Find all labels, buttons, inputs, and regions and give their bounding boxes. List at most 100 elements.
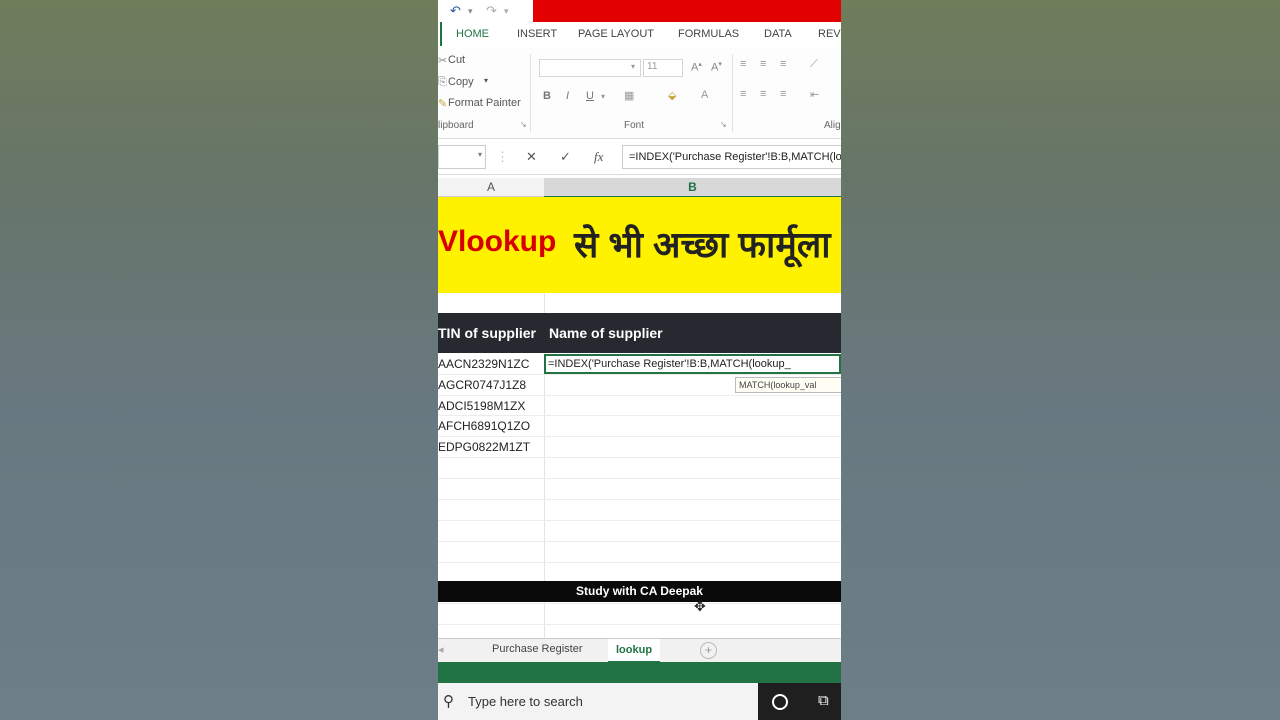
- tin-cell[interactable]: AGCR0747J1Z8: [438, 378, 526, 392]
- row-divider: [438, 562, 841, 563]
- formula-bar: ▾ ⋮ ✕ ✓ fx =INDEX('Purchase Register'!B:…: [438, 140, 841, 175]
- ribbon-tabs: HOME INSERT PAGE LAYOUT FORMULAS DATA RE…: [438, 22, 841, 48]
- row-divider: [438, 415, 841, 416]
- task-view-icon[interactable]: ⧉: [818, 692, 829, 709]
- borders-icon[interactable]: ▦: [624, 89, 634, 102]
- formula-input[interactable]: =INDEX('Purchase Register'!B:B,MATCH(loo…: [622, 145, 841, 169]
- cut-icon: ✂: [438, 55, 448, 67]
- table-row[interactable]: ADCI5198M1ZX: [438, 396, 841, 416]
- tin-cell[interactable]: ADCI5198M1ZX: [438, 399, 525, 413]
- enter-icon[interactable]: ✓: [560, 149, 571, 165]
- format-painter-button[interactable]: Format Painter: [448, 97, 521, 109]
- align-right-icon[interactable]: ≡: [780, 88, 786, 100]
- table-row[interactable]: AFCH6891Q1ZO: [438, 416, 841, 436]
- redo-icon[interactable]: ↷: [486, 3, 497, 19]
- grow-font-icon[interactable]: A▴: [691, 60, 702, 74]
- undo-dropdown-icon[interactable]: ▾: [468, 6, 473, 17]
- table-header-row: TIN of supplier Name of supplier: [438, 313, 841, 353]
- tab-data[interactable]: DATA: [764, 28, 792, 40]
- header-name[interactable]: Name of supplier: [549, 325, 663, 341]
- column-header-b[interactable]: B: [544, 178, 841, 198]
- watermark-banner: Study with CA Deepak: [438, 581, 841, 602]
- copy-dropdown-icon[interactable]: ▾: [484, 76, 488, 85]
- row-divider: [438, 395, 841, 396]
- row-divider: [438, 499, 841, 500]
- copy-button[interactable]: Copy: [448, 76, 474, 88]
- sheet-tab-purchase-register[interactable]: Purchase Register: [492, 643, 583, 655]
- column-headers: A B: [438, 178, 841, 198]
- more-icon: ⋮: [496, 149, 509, 164]
- divider: [530, 54, 531, 132]
- table-row[interactable]: EDPG0822M1ZT: [438, 437, 841, 457]
- redo-dropdown-icon[interactable]: ▾: [504, 6, 509, 17]
- column-header-a[interactable]: A: [438, 180, 544, 194]
- banner-english-text: Vlookup: [438, 225, 557, 258]
- add-sheet-button[interactable]: +: [700, 642, 717, 659]
- cortana-icon[interactable]: [772, 694, 788, 710]
- italic-button[interactable]: I: [566, 90, 569, 102]
- taskbar-search[interactable]: ⚲ Type here to search: [438, 683, 758, 720]
- sheet-tab-lookup[interactable]: lookup: [608, 639, 661, 663]
- tab-page-layout[interactable]: PAGE LAYOUT: [578, 28, 654, 40]
- align-top-icon[interactable]: ≡: [740, 58, 746, 70]
- scroll-left-icon[interactable]: ◂: [438, 643, 444, 656]
- search-placeholder: Type here to search: [468, 694, 583, 709]
- alignment-group-label: Alig: [824, 120, 841, 131]
- clipboard-launcher-icon[interactable]: ↘: [520, 120, 527, 129]
- tab-review[interactable]: REVI: [818, 28, 841, 40]
- align-bottom-icon[interactable]: ≡: [780, 58, 786, 70]
- title-banner: Vlookup से भी अच्छा फार्मूला: [438, 197, 841, 293]
- row-divider: [438, 541, 841, 542]
- indent-icon[interactable]: ⇤: [810, 88, 819, 101]
- align-middle-icon[interactable]: ≡: [760, 58, 766, 70]
- underline-button[interactable]: U: [586, 90, 594, 102]
- chevron-down-icon: ▾: [631, 62, 636, 71]
- align-center-icon[interactable]: ≡: [760, 88, 766, 100]
- header-tin[interactable]: TIN of supplier: [438, 325, 536, 341]
- background-right: [841, 0, 1280, 720]
- search-icon: ⚲: [443, 693, 454, 710]
- row-divider: [438, 603, 841, 604]
- status-bar: [438, 662, 841, 683]
- bold-button[interactable]: B: [543, 90, 551, 102]
- row-divider: [438, 624, 841, 625]
- fill-color-icon[interactable]: ⬙: [668, 89, 676, 102]
- windows-taskbar: ⚲ Type here to search ⧉: [438, 683, 841, 720]
- sheet-tabs: ◂ Purchase Register lookup +: [438, 638, 841, 663]
- row-divider: [438, 374, 841, 375]
- row-divider: [438, 520, 841, 521]
- move-cursor-icon: ✥: [694, 598, 706, 614]
- quick-access-toolbar: ↶ ▾ ↷ ▾: [438, 0, 841, 22]
- active-cell-editor[interactable]: =INDEX('Purchase Register'!B:B,MATCH(loo…: [544, 354, 841, 374]
- tab-home[interactable]: HOME: [456, 28, 489, 40]
- font-launcher-icon[interactable]: ↘: [720, 120, 727, 129]
- cut-button[interactable]: Cut: [448, 54, 465, 66]
- font-size-dropdown[interactable]: 11: [643, 59, 683, 77]
- cancel-icon[interactable]: ✕: [526, 149, 537, 165]
- name-box[interactable]: ▾: [438, 145, 486, 169]
- row-divider: [438, 436, 841, 437]
- tin-cell[interactable]: EDPG0822M1ZT: [438, 440, 530, 454]
- row-divider: [438, 478, 841, 479]
- red-title-bar: [533, 0, 841, 22]
- insert-function-button[interactable]: fx: [594, 149, 603, 165]
- font-color-icon[interactable]: A: [701, 89, 708, 101]
- shrink-font-icon[interactable]: A▾: [711, 60, 722, 74]
- video-frame: ↶ ▾ ↷ ▾ HOME INSERT PAGE LAYOUT FORMULAS…: [438, 0, 841, 720]
- align-left-icon[interactable]: ≡: [740, 88, 746, 100]
- tab-indicator: [440, 22, 442, 46]
- tin-cell[interactable]: AACN2329N1ZC: [438, 357, 529, 371]
- background-left: [0, 0, 438, 720]
- font-name-dropdown[interactable]: [539, 59, 641, 77]
- clipboard-group-label: lipboard: [438, 120, 474, 131]
- chevron-down-icon: ▾: [477, 150, 482, 159]
- copy-icon: ⎘: [438, 76, 447, 88]
- font-size-value: 11: [647, 61, 658, 72]
- format-painter-icon: ✎: [438, 98, 448, 110]
- orientation-icon[interactable]: ⟋: [810, 58, 818, 71]
- tin-cell[interactable]: AFCH6891Q1ZO: [438, 419, 530, 433]
- underline-dropdown-icon[interactable]: ▾: [601, 92, 605, 101]
- tab-insert[interactable]: INSERT: [517, 28, 557, 40]
- undo-icon[interactable]: ↶: [450, 3, 461, 19]
- tab-formulas[interactable]: FORMULAS: [678, 28, 739, 40]
